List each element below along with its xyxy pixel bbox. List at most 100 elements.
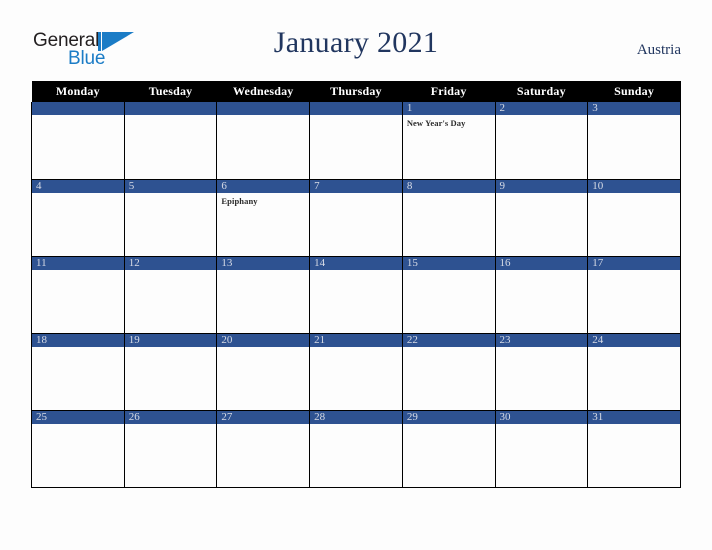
day-number: 14	[310, 256, 402, 270]
day-events: Epiphany	[217, 193, 309, 207]
weekday-header-monday: Monday	[31, 81, 125, 102]
day-number: 11	[32, 256, 124, 270]
day-number: 10	[588, 179, 680, 193]
calendar-empty-cell[interactable]	[123, 102, 218, 180]
calendar-day-cell[interactable]: 26	[123, 410, 218, 488]
day-cell-content	[217, 102, 310, 179]
calendar-page: General Blue January 2021 Austria Monday…	[0, 0, 712, 550]
day-cell-content	[310, 102, 402, 179]
day-number	[124, 102, 217, 115]
calendar-day-cell[interactable]: 2	[494, 102, 589, 180]
holiday-event-label: Epiphany	[221, 195, 258, 206]
calendar-day-cell[interactable]: 3	[587, 102, 681, 180]
day-cell-content: 27	[217, 410, 310, 487]
weekday-header-saturday: Saturday	[495, 81, 588, 102]
calendar-day-cell[interactable]: 15	[401, 256, 496, 334]
day-number: 30	[495, 410, 588, 424]
day-number: 1	[402, 102, 495, 115]
calendar-day-cell[interactable]: 17	[587, 256, 681, 334]
calendar-day-cell[interactable]: 5	[123, 179, 218, 257]
calendar-day-cell[interactable]: 16	[494, 256, 589, 334]
day-number	[310, 102, 402, 115]
day-cell-content: 31	[588, 410, 680, 487]
day-number	[217, 102, 310, 115]
weekday-header-row: Monday Tuesday Wednesday Thursday Friday Satu…	[31, 81, 681, 102]
day-number: 5	[124, 179, 217, 193]
calendar-day-cell[interactable]: 19	[123, 333, 218, 411]
day-cell-content: 22	[402, 333, 495, 410]
calendar-day-cell[interactable]: 23	[494, 333, 589, 411]
weekday-header-wednesday: Wednesday	[216, 81, 310, 102]
day-cell-content: 25	[32, 410, 124, 487]
calendar-day-cell[interactable]: 29	[401, 410, 496, 488]
day-number: 15	[402, 256, 495, 270]
page-title: January 2021	[273, 26, 439, 59]
day-cell-content: 26	[124, 410, 217, 487]
day-events: New Year's Day	[403, 115, 495, 129]
calendar-day-cell[interactable]: 6 Epiphany	[216, 179, 311, 257]
day-cell-content: 21	[310, 333, 402, 410]
day-cell-content: 20	[217, 333, 310, 410]
calendar-day-cell[interactable]: 12	[123, 256, 218, 334]
day-cell-content: 23	[495, 333, 588, 410]
day-number: 19	[124, 333, 217, 347]
day-cell-content: 30	[495, 410, 588, 487]
calendar-day-cell[interactable]: 20	[216, 333, 311, 411]
day-number: 23	[495, 333, 588, 347]
calendar-day-cell[interactable]: 7	[309, 179, 403, 257]
day-cell-content: 29	[402, 410, 495, 487]
day-cell-content	[124, 102, 217, 179]
day-number: 28	[310, 410, 402, 424]
calendar-day-cell[interactable]: 24	[587, 333, 681, 411]
calendar-week-row: 25 26 27 28 29 30 31	[31, 410, 681, 488]
day-number: 18	[32, 333, 124, 347]
day-number: 12	[124, 256, 217, 270]
weekday-header-tuesday: Tuesday	[124, 81, 217, 102]
day-number: 26	[124, 410, 217, 424]
calendar-day-cell[interactable]: 10	[587, 179, 681, 257]
day-number: 24	[588, 333, 680, 347]
calendar-day-cell[interactable]: 18	[31, 333, 125, 411]
day-cell-content: 7	[310, 179, 402, 256]
calendar-day-cell[interactable]: 21	[309, 333, 403, 411]
calendar-day-cell[interactable]: 27	[216, 410, 311, 488]
calendar-day-cell[interactable]: 11	[31, 256, 125, 334]
day-cell-content: 10	[588, 179, 680, 256]
day-cell-content: 6 Epiphany	[217, 179, 310, 256]
calendar-empty-cell[interactable]	[216, 102, 311, 180]
calendar-day-cell[interactable]: 4	[31, 179, 125, 257]
calendar-day-cell[interactable]: 8	[401, 179, 496, 257]
calendar-week-row: 1 New Year's Day 2 3	[31, 102, 681, 180]
calendar-day-cell[interactable]: 30	[494, 410, 589, 488]
calendar-week-row: 18 19 20 21 22 23 24	[31, 333, 681, 411]
day-number: 9	[495, 179, 588, 193]
day-cell-content: 5	[124, 179, 217, 256]
day-cell-content: 3	[588, 102, 680, 179]
day-cell-content: 1 New Year's Day	[402, 102, 495, 179]
day-number: 2	[495, 102, 588, 115]
calendar-day-cell[interactable]: 1 New Year's Day	[401, 102, 496, 180]
day-number: 27	[217, 410, 310, 424]
calendar-day-cell[interactable]: 28	[309, 410, 403, 488]
day-cell-content: 16	[495, 256, 588, 333]
weekday-header-thursday: Thursday	[309, 81, 403, 102]
calendar-week-row: 11 12 13 14 15 16 17	[31, 256, 681, 334]
calendar-day-cell[interactable]: 31	[587, 410, 681, 488]
day-cell-content: 8	[402, 179, 495, 256]
calendar-empty-cell[interactable]	[309, 102, 403, 180]
day-cell-content: 9	[495, 179, 588, 256]
day-number	[32, 102, 124, 115]
calendar-day-cell[interactable]: 25	[31, 410, 125, 488]
page-header: General Blue January 2021 Austria	[31, 26, 681, 74]
day-number: 29	[402, 410, 495, 424]
calendar-day-cell[interactable]: 14	[309, 256, 403, 334]
day-cell-content: 17	[588, 256, 680, 333]
day-cell-content: 2	[495, 102, 588, 179]
day-cell-content: 13	[217, 256, 310, 333]
calendar-body: 1 New Year's Day 2 3 4 5 6 Epiphany 7 8 9 10 11 12 13 1…	[31, 102, 681, 488]
calendar-empty-cell[interactable]	[31, 102, 125, 180]
day-cell-content: 19	[124, 333, 217, 410]
calendar-day-cell[interactable]: 9	[494, 179, 589, 257]
calendar-day-cell[interactable]: 22	[401, 333, 496, 411]
calendar-day-cell[interactable]: 13	[216, 256, 311, 334]
